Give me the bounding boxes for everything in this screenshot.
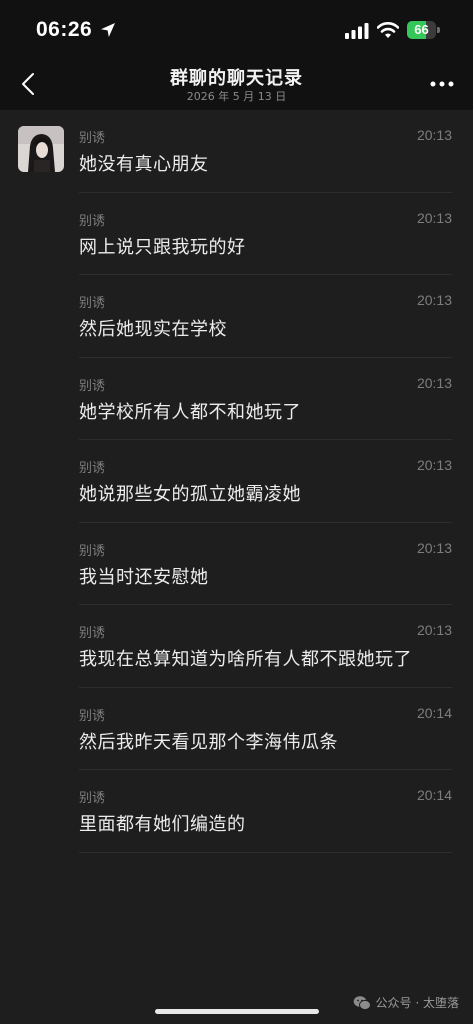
sender-name: 别诱: [79, 378, 106, 394]
message-text: 我当时还安慰她: [79, 566, 209, 588]
message-time: 20:13: [416, 209, 452, 226]
message-text: 里面都有她们编造的: [79, 814, 246, 835]
message-text: 她没有真心朋友: [79, 154, 209, 175]
message-time: 20:13: [416, 539, 452, 556]
message-time: 20:13: [416, 622, 452, 638]
battery-indicator: 66: [407, 21, 440, 39]
message-time: 20:13: [416, 292, 452, 308]
message-item[interactable]: 别诱 20:13 然后她现实在学校: [0, 275, 473, 358]
message-item[interactable]: 别诱 20:14 里面都有她们编造的: [0, 770, 473, 853]
wechat-logo-icon: [353, 995, 371, 1010]
cellular-signal-icon: [345, 23, 369, 39]
watermark: 公众号 · 太堕落: [353, 994, 459, 1011]
sender-name: 别诱: [79, 543, 106, 559]
home-indicator[interactable]: [155, 1009, 319, 1014]
sender-name: 别诱: [79, 296, 106, 311]
wifi-icon: [377, 22, 399, 38]
message-item[interactable]: 别诱 20:13 她说那些女的孤立她霸凌她: [0, 440, 473, 523]
message-item[interactable]: 别诱 20:13 网上说只跟我玩的好: [0, 193, 473, 275]
battery-level: 66: [414, 22, 429, 37]
avatar[interactable]: [18, 126, 64, 172]
sender-name: 别诱: [79, 213, 106, 229]
message-item[interactable]: 别诱 20:13 我当时还安慰她: [0, 523, 473, 605]
message-item[interactable]: 别诱 20:14 然后我昨天看见那个李海伟瓜条: [0, 688, 473, 770]
status-bar: 06:26 66: [0, 0, 473, 58]
message-item[interactable]: 别诱 20:13 她没有真心朋友: [0, 110, 473, 193]
message-text: 然后她现实在学校: [79, 319, 227, 340]
sender-name: 别诱: [79, 131, 106, 146]
more-dots-icon: [430, 81, 454, 87]
battery-tip: [437, 27, 440, 33]
more-options-button[interactable]: [427, 70, 457, 98]
message-time: 20:13: [416, 457, 452, 473]
message-time: 20:13: [416, 127, 452, 143]
message-time: 20:14: [416, 704, 452, 721]
divider: [79, 851, 452, 853]
message-text: 网上说只跟我玩的好: [79, 236, 246, 258]
sender-name: 别诱: [79, 708, 106, 724]
chat-history-screen: 06:26 66 群聊的聊天记录 2026 年 5 月 13 日 别诱 20:1…: [0, 0, 473, 1024]
message-text: 她说那些女的孤立她霸凌她: [79, 484, 301, 505]
message-text: 我现在总算知道为啥所有人都不跟她玩了: [79, 649, 412, 670]
watermark-text: 公众号 · 太堕落: [375, 996, 459, 1010]
page-title: 群聊的聊天记录: [170, 68, 303, 89]
message-time: 20:13: [416, 374, 452, 391]
sender-name: 别诱: [79, 791, 106, 806]
avatar-image: [18, 126, 64, 172]
status-time: 06:26: [36, 18, 93, 41]
message-list: 别诱 20:13 她没有真心朋友 别诱 20:13 网上说只跟我玩的好 别诱 2…: [0, 110, 473, 853]
sender-name: 别诱: [79, 626, 106, 641]
sender-name: 别诱: [79, 461, 106, 476]
navigation-bar: 群聊的聊天记录 2026 年 5 月 13 日: [0, 58, 473, 110]
battery-body: 66: [407, 21, 436, 39]
message-item[interactable]: 别诱 20:13 我现在总算知道为啥所有人都不跟她玩了: [0, 605, 473, 688]
message-text: 她学校所有人都不和她玩了: [79, 401, 301, 423]
page-subtitle-date: 2026 年 5 月 13 日: [186, 90, 287, 103]
message-time: 20:14: [416, 787, 452, 803]
message-text: 然后我昨天看见那个李海伟瓜条: [79, 731, 338, 753]
location-arrow-icon: [101, 23, 115, 37]
message-item[interactable]: 别诱 20:13 她学校所有人都不和她玩了: [0, 358, 473, 440]
